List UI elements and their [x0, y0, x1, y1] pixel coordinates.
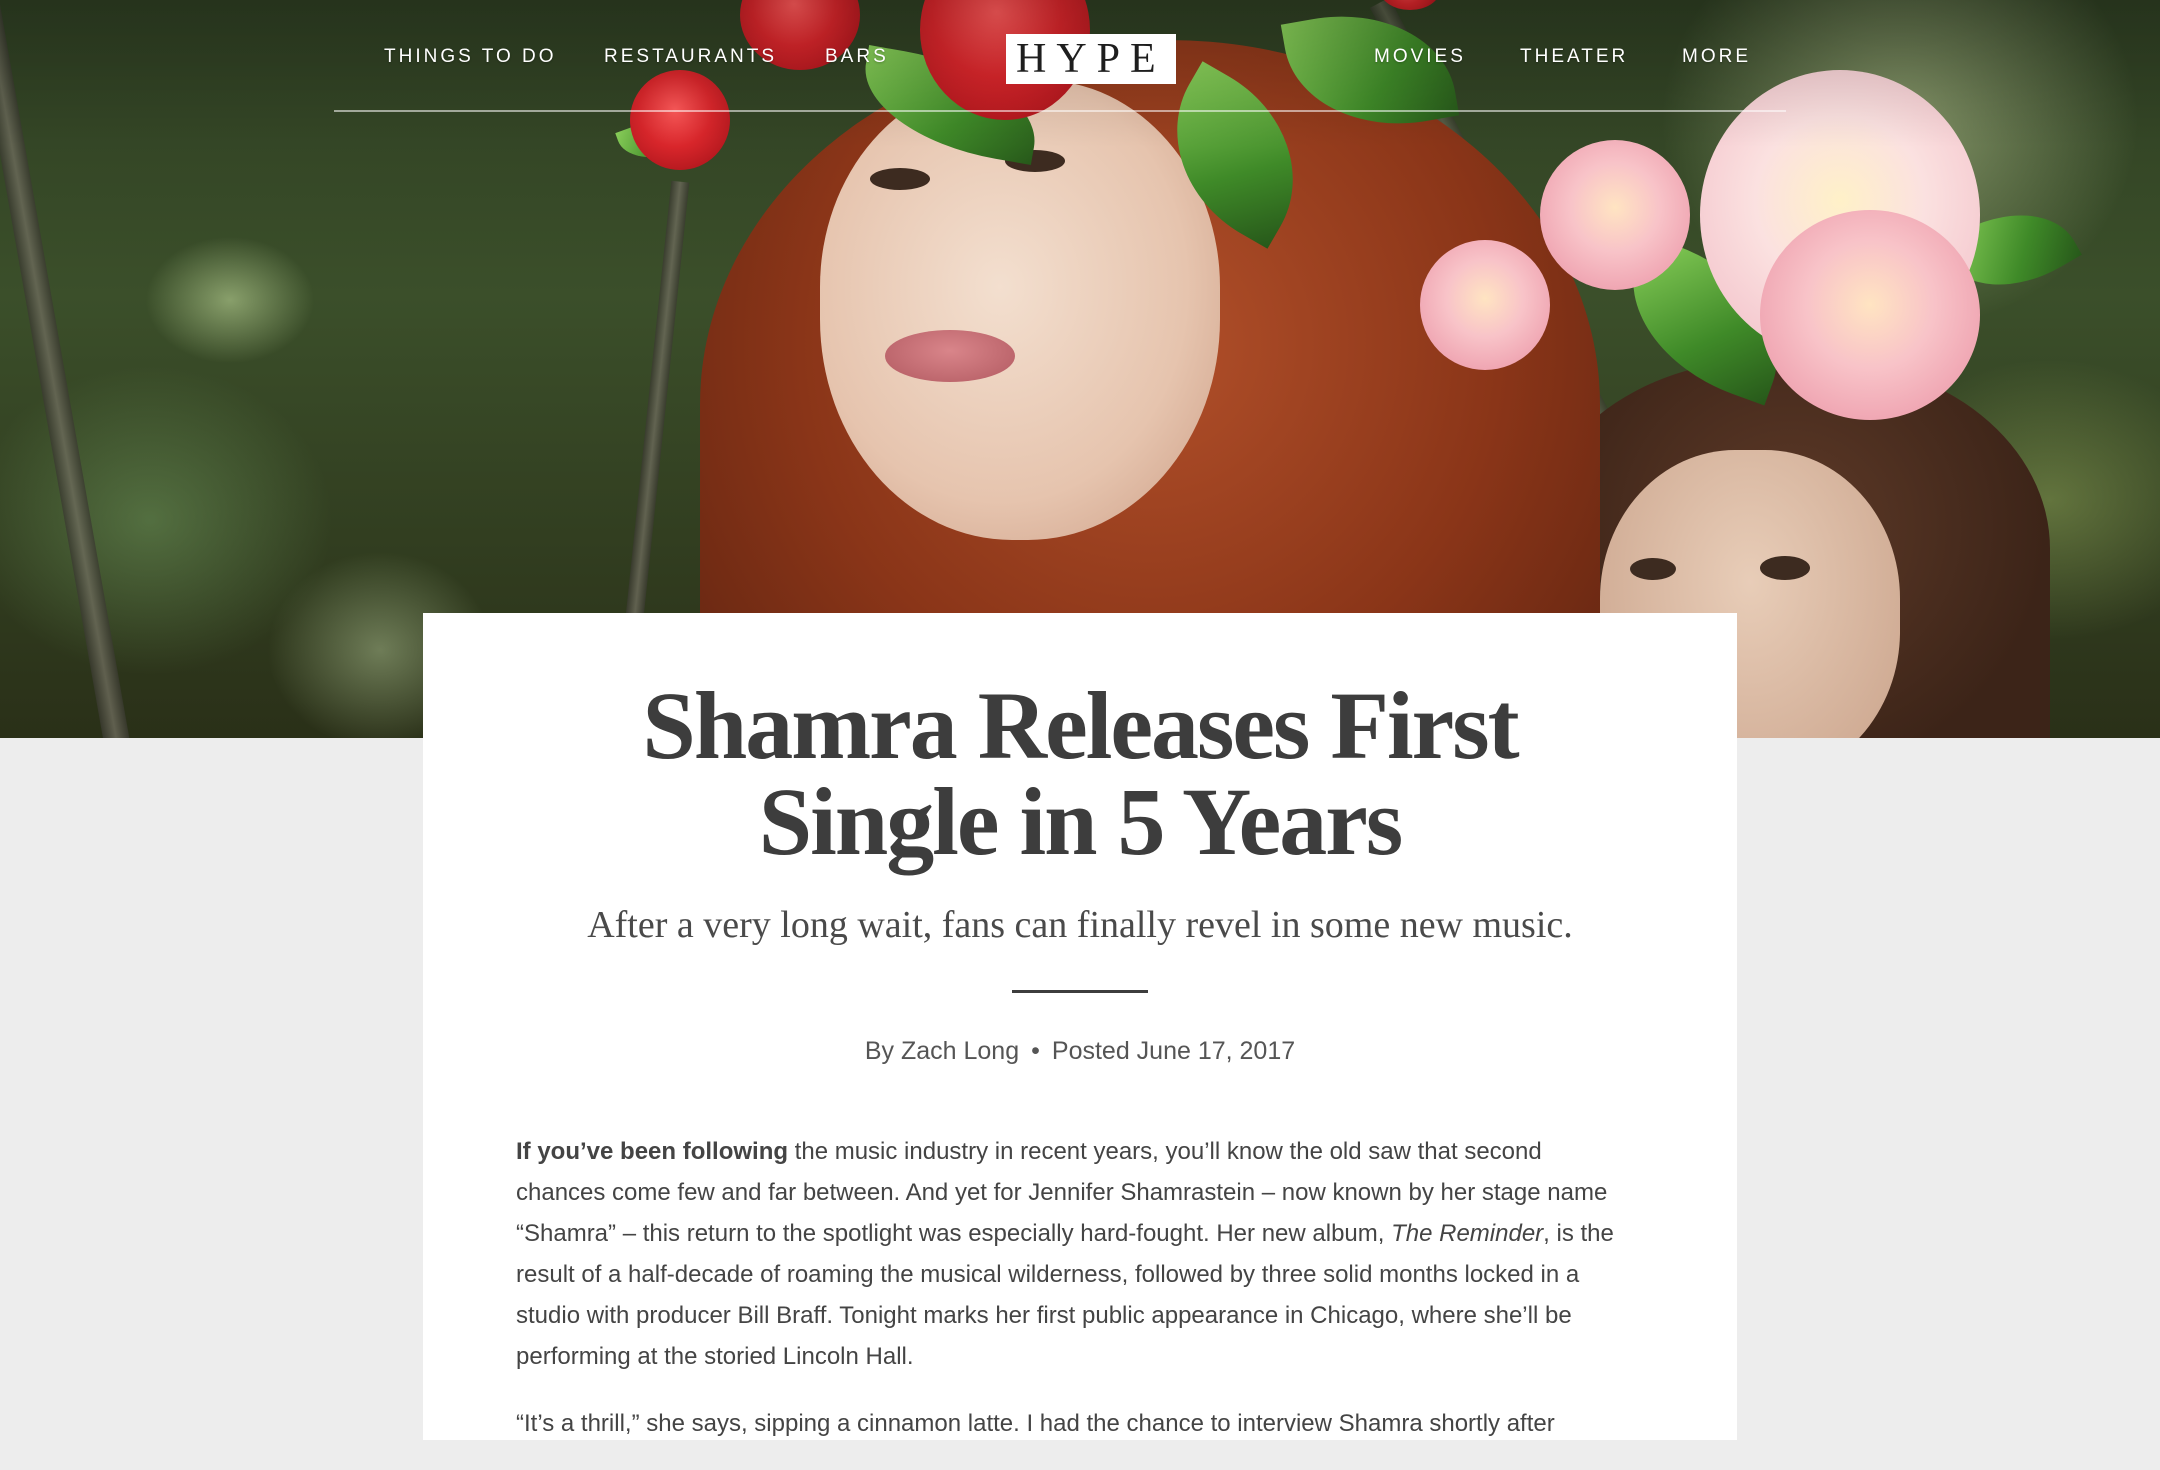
article-title: Shamra Releases First Single in 5 Years — [423, 678, 1737, 870]
post-date: Posted June 17, 2017 — [1051, 1037, 1296, 1065]
article-body: If you’ve been following the music indus… — [516, 1131, 1626, 1470]
nav-movies[interactable]: MOVIES — [1374, 46, 1466, 68]
title-line-2: Single in 5 Years — [758, 768, 1404, 875]
byline: By Zach Long • Posted June 17, 2017 — [423, 1037, 1737, 1066]
paragraph: If you’ve been following the music indus… — [516, 1131, 1626, 1377]
author-link[interactable]: By Zach Long — [865, 1037, 1019, 1065]
top-nav: THINGS TO DO RESTAURANTS BARS HYPE MOVIE… — [334, 0, 1786, 112]
paragraph: “It’s a thrill,” she says, sipping a cin… — [516, 1410, 1555, 1437]
lead-in: If you’ve been following — [516, 1138, 789, 1165]
byline-separator: • — [1031, 1037, 1040, 1065]
album-title: The Reminder — [1391, 1220, 1544, 1247]
nav-bars[interactable]: BARS — [825, 46, 889, 68]
nav-things-to-do[interactable]: THINGS TO DO — [384, 46, 557, 68]
article-card: Shamra Releases First Single in 5 Years … — [423, 613, 1737, 1440]
site-logo[interactable]: HYPE — [1006, 34, 1176, 84]
divider — [1012, 990, 1148, 993]
article-subtitle: After a very long wait, fans can finally… — [587, 904, 1573, 946]
nav-theater[interactable]: THEATER — [1520, 46, 1628, 68]
title-line-1: Shamra Releases First — [642, 672, 1519, 779]
nav-restaurants[interactable]: RESTAURANTS — [604, 46, 777, 68]
nav-more[interactable]: MORE — [1682, 46, 1751, 68]
